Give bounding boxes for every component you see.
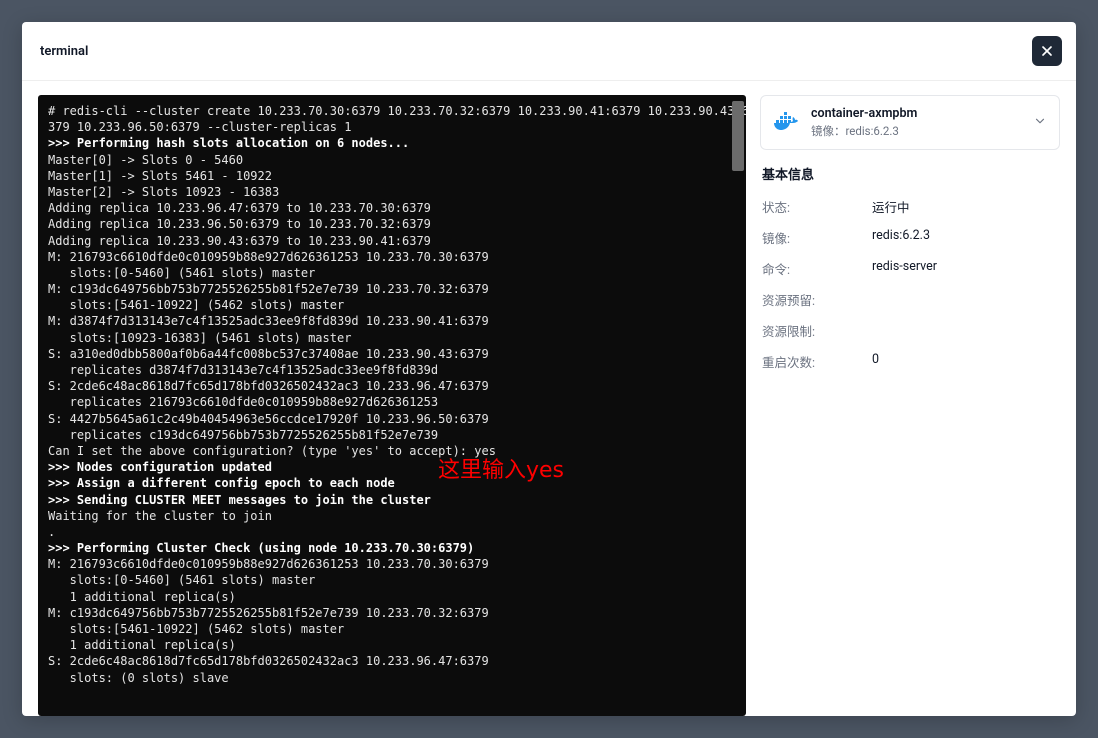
- terminal-line: slots:[5461-10922] (5462 slots) master: [48, 297, 736, 313]
- terminal-line: M: 216793c6610dfde0c010959b88e927d626361…: [48, 249, 736, 265]
- container-image-value: redis:6.2.3: [846, 124, 899, 138]
- terminal-line: M: d3874f7d313143e7c4f13525adc33ee9f8fd8…: [48, 313, 736, 329]
- terminal-line: Can I set the above configuration? (type…: [48, 443, 736, 459]
- terminal-line: 1 additional replica(s): [48, 637, 736, 653]
- terminal-line: >>> Sending CLUSTER MEET messages to joi…: [48, 492, 736, 508]
- close-icon: [1039, 43, 1055, 59]
- info-label: 资源限制:: [762, 321, 872, 340]
- info-row: 状态:运行中: [762, 197, 1058, 216]
- container-text: container-axmpbm 镜像：redis:6.2.3: [811, 106, 1023, 139]
- side-panel: container-axmpbm 镜像：redis:6.2.3 基本信息 状态:…: [760, 95, 1060, 716]
- terminal-line: >>> Performing Cluster Check (using node…: [48, 540, 736, 556]
- info-row: 镜像:redis:6.2.3: [762, 228, 1058, 247]
- docker-icon: [773, 112, 801, 134]
- container-image-sub: 镜像：redis:6.2.3: [811, 123, 1023, 139]
- scrollbar-thumb[interactable]: [732, 101, 744, 171]
- terminal-line: >>> Assign a different config epoch to e…: [48, 475, 736, 491]
- modal-header: terminal: [22, 22, 1076, 81]
- terminal-line: >>> Performing hash slots allocation on …: [48, 135, 736, 151]
- info-label: 状态:: [762, 197, 872, 216]
- container-image-label: 镜像：: [811, 124, 846, 138]
- terminal-line: S: a310ed0dbb5800af0b6a44fc008bc537c3740…: [48, 346, 736, 362]
- terminal-line: slots:[0-5460] (5461 slots) master: [48, 572, 736, 588]
- terminal-modal: terminal # redis-cli --cluster create 10…: [22, 22, 1076, 716]
- info-label: 镜像:: [762, 228, 872, 247]
- terminal-line: slots: (0 slots) slave: [48, 670, 736, 686]
- terminal-line: 379 10.233.96.50:6379 --cluster-replicas…: [48, 119, 736, 135]
- terminal-line: Master[0] -> Slots 0 - 5460: [48, 152, 736, 168]
- info-row: 命令:redis-server: [762, 259, 1058, 278]
- terminal-line: 1 additional replica(s): [48, 589, 736, 605]
- terminal-line: S: 2cde6c48ac8618d7fc65d178bfd0326502432…: [48, 653, 736, 669]
- terminal-line: Adding replica 10.233.96.47:6379 to 10.2…: [48, 200, 736, 216]
- terminal-line: M: c193dc649756bb753b7725526255b81f52e7e…: [48, 281, 736, 297]
- terminal-line: replicates 216793c6610dfde0c010959b88e92…: [48, 394, 736, 410]
- info-row: 资源限制:: [762, 321, 1058, 340]
- terminal-line: Adding replica 10.233.90.43:6379 to 10.2…: [48, 233, 736, 249]
- terminal-line: Adding replica 10.233.96.50:6379 to 10.2…: [48, 216, 736, 232]
- terminal-container: # redis-cli --cluster create 10.233.70.3…: [38, 95, 746, 716]
- terminal-line: replicates c193dc649756bb753b7725526255b…: [48, 427, 736, 443]
- container-card[interactable]: container-axmpbm 镜像：redis:6.2.3: [760, 95, 1060, 150]
- terminal-line: Master[1] -> Slots 5461 - 10922: [48, 168, 736, 184]
- terminal-line: Master[2] -> Slots 10923 - 16383: [48, 184, 736, 200]
- terminal-line: replicates d3874f7d313143e7c4f13525adc33…: [48, 362, 736, 378]
- info-value: 运行中: [872, 197, 910, 216]
- terminal-line: >>> Nodes configuration updated: [48, 459, 736, 475]
- info-label: 资源预留:: [762, 290, 872, 309]
- info-value: redis:6.2.3: [872, 228, 930, 247]
- terminal-line: S: 2cde6c48ac8618d7fc65d178bfd0326502432…: [48, 378, 736, 394]
- container-name: container-axmpbm: [811, 106, 1023, 121]
- info-value: 0: [872, 352, 879, 371]
- terminal-line: slots:[5461-10922] (5462 slots) master: [48, 621, 736, 637]
- terminal-line: # redis-cli --cluster create 10.233.70.3…: [48, 103, 736, 119]
- close-button[interactable]: [1032, 36, 1062, 66]
- info-row: 资源预留:: [762, 290, 1058, 309]
- annotation-text: 这里输入yes: [438, 452, 564, 484]
- terminal-line: S: 4427b5645a61c2c49b40454963e56ccdce179…: [48, 411, 736, 427]
- info-row: 重启次数:0: [762, 352, 1058, 371]
- chevron-down-icon: [1033, 113, 1047, 132]
- terminal-line: slots:[0-5460] (5461 slots) master: [48, 265, 736, 281]
- terminal-line: M: 216793c6610dfde0c010959b88e927d626361…: [48, 556, 736, 572]
- info-label: 命令:: [762, 259, 872, 278]
- basic-info-list: 状态:运行中镜像:redis:6.2.3命令:redis-server资源预留:…: [760, 197, 1060, 383]
- terminal-line: M: c193dc649756bb753b7725526255b81f52e7e…: [48, 605, 736, 621]
- modal-title: terminal: [40, 44, 88, 59]
- info-value: redis-server: [872, 259, 937, 278]
- terminal-output[interactable]: # redis-cli --cluster create 10.233.70.3…: [38, 95, 746, 716]
- basic-info-title: 基本信息: [760, 164, 1060, 183]
- terminal-line: Waiting for the cluster to join: [48, 508, 736, 524]
- terminal-line: slots:[10923-16383] (5461 slots) master: [48, 330, 736, 346]
- terminal-line: .: [48, 524, 736, 540]
- info-label: 重启次数:: [762, 352, 872, 371]
- modal-body: # redis-cli --cluster create 10.233.70.3…: [22, 81, 1076, 716]
